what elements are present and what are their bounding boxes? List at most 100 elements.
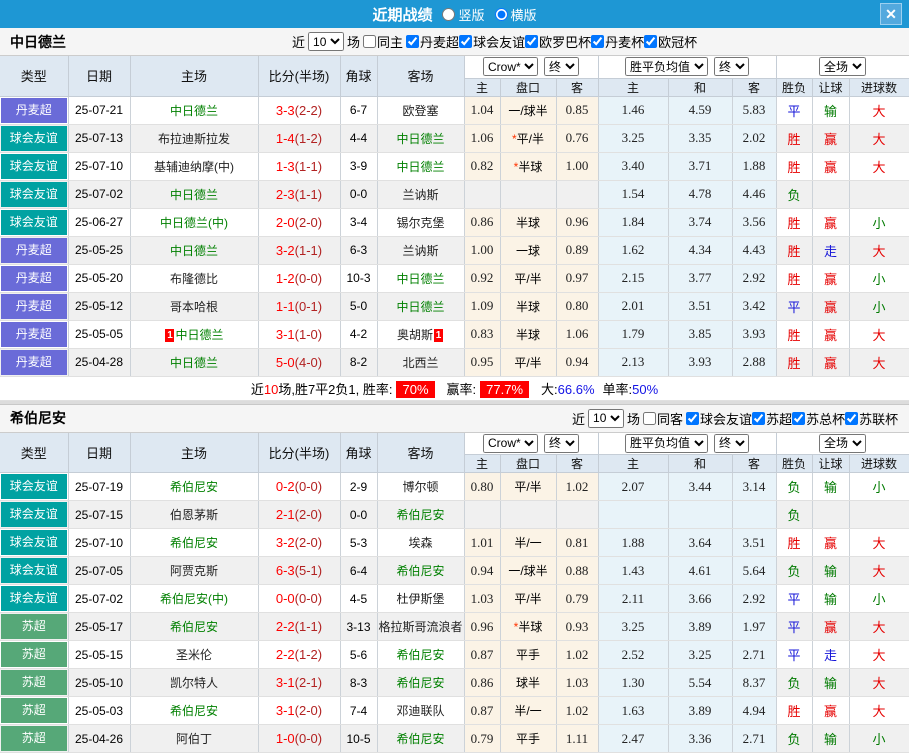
league-checkbox[interactable] — [792, 412, 805, 425]
asian-home-odds: 0.79 — [464, 725, 500, 753]
europe-time-select[interactable]: 终 — [714, 57, 749, 76]
match-count-select[interactable]: 10 — [588, 409, 624, 428]
match-score: 2-0(2-0) — [258, 208, 340, 236]
league-checkbox[interactable] — [459, 35, 472, 48]
close-button[interactable]: ✕ — [880, 3, 902, 25]
europe-draw-odds: 3.25 — [668, 641, 732, 669]
away-team-name: 格拉斯哥流浪者 — [378, 620, 462, 634]
league-checkbox[interactable] — [591, 35, 604, 48]
europe-draw-odds: 4.59 — [668, 96, 732, 124]
asian-away-odds: 1.11 — [556, 725, 598, 753]
europe-draw-odds: 4.78 — [668, 180, 732, 208]
match-date: 25-04-28 — [68, 348, 130, 376]
bookmaker-select[interactable]: Crow* — [483, 434, 538, 453]
home-team: 中日德兰 — [130, 96, 258, 124]
league-checkbox[interactable] — [686, 412, 699, 425]
result-goals: 小 — [849, 473, 909, 501]
sub-header-handicap-result: 让球 — [812, 455, 849, 473]
home-team: 阿贾克斯 — [130, 557, 258, 585]
europe-time-select[interactable]: 终 — [714, 434, 749, 453]
europe-draw-odds: 4.34 — [668, 236, 732, 264]
away-team: 中日德兰 — [377, 292, 464, 320]
same-venue-filter[interactable]: 同主 — [363, 32, 403, 51]
asian-handicap-line: 半/一 — [500, 529, 556, 557]
halftime-score: (2-0) — [295, 703, 322, 718]
league-filter[interactable]: 苏超 — [752, 409, 792, 428]
match-score: 3-1(1-0) — [258, 320, 340, 348]
league-checkbox[interactable] — [752, 412, 765, 425]
league-checkbox[interactable] — [406, 35, 419, 48]
sub-header-asian-away: 客 — [556, 78, 598, 96]
scope-select[interactable]: 全场 — [819, 434, 866, 453]
matches-tbody: 球会友谊25-07-19希伯尼安0-2(0-0)2-9博尔顿0.80平/半1.0… — [0, 473, 909, 753]
europe-lose-odds: 5.64 — [732, 557, 776, 585]
single-rate-label: 单率: — [603, 382, 633, 397]
league-checkbox[interactable] — [525, 35, 538, 48]
match-count-select[interactable]: 10 — [308, 32, 344, 51]
home-team-name: 希伯尼安 — [170, 620, 218, 634]
win-rate-badge: 70% — [396, 381, 434, 398]
home-team-name: 凯尔特人 — [170, 676, 218, 690]
corners: 5-0 — [340, 292, 377, 320]
match-date: 25-05-25 — [68, 236, 130, 264]
asian-time-select[interactable]: 终 — [544, 57, 579, 76]
layout-option-vertical[interactable]: 竖版 — [442, 5, 484, 24]
league-filter[interactable]: 球会友谊 — [459, 32, 525, 51]
home-team-name: 阿伯丁 — [176, 732, 212, 746]
league-filter[interactable]: 丹麦杯 — [591, 32, 644, 51]
league-filter[interactable]: 苏总杯 — [792, 409, 845, 428]
home-team: 希伯尼安(中) — [130, 585, 258, 613]
match-score: 1-0(0-0) — [258, 725, 340, 753]
fulltime-score: 2-2 — [276, 647, 295, 662]
away-team: 格拉斯哥流浪者 — [377, 613, 464, 641]
asian-home-odds — [464, 180, 500, 208]
result-wdl: 胜 — [776, 348, 812, 376]
league-checkbox[interactable] — [845, 412, 858, 425]
same-venue-filter[interactable]: 同客 — [643, 409, 683, 428]
asian-handicap-line: 一/球半 — [500, 557, 556, 585]
league-filter[interactable]: 苏联杯 — [845, 409, 898, 428]
league-type-cell: 球会友谊 — [0, 501, 68, 529]
layout-option-horizontal[interactable]: 横版 — [495, 5, 537, 24]
league-badge: 球会友谊 — [1, 126, 67, 151]
result-wdl: 胜 — [776, 236, 812, 264]
same-venue-checkbox[interactable] — [643, 412, 656, 425]
europe-lose-odds: 2.02 — [732, 124, 776, 152]
same-venue-checkbox[interactable] — [363, 35, 376, 48]
asian-handicap-line — [500, 180, 556, 208]
league-filter[interactable]: 欧冠杯 — [644, 32, 697, 51]
sub-header-handicap: 盘口 — [500, 455, 556, 473]
result-goals: 大 — [849, 96, 909, 124]
league-badge: 苏超 — [1, 642, 67, 667]
matches-table: 类型 日期 主场 比分(半场) 角球 客场 Crow*终 胜平负均值终 全场 主… — [0, 56, 909, 401]
asian-home-odds: 0.87 — [464, 697, 500, 725]
asian-away-odds: 1.02 — [556, 473, 598, 501]
match-score: 3-1(2-0) — [258, 697, 340, 725]
asian-time-select[interactable]: 终 — [544, 434, 579, 453]
result-goals: 小 — [849, 264, 909, 292]
match-row: 球会友谊25-07-02希伯尼安(中)0-0(0-0)4-5杜伊斯堡1.03平/… — [0, 585, 909, 613]
scope-select[interactable]: 全场 — [819, 57, 866, 76]
europe-odds-select[interactable]: 胜平负均值 — [625, 57, 708, 76]
corners: 6-4 — [340, 557, 377, 585]
sub-header-asian-home: 主 — [464, 455, 500, 473]
red-card-badge: 1 — [434, 329, 443, 342]
bookmaker-select[interactable]: Crow* — [483, 57, 538, 76]
asian-handicap-line: 平/半 — [500, 473, 556, 501]
home-team: 布拉迪斯拉发 — [130, 124, 258, 152]
match-filters: 近 10 场 同客 球会友谊苏超苏总杯苏联杯 — [572, 405, 898, 432]
vertical-layout-radio[interactable] — [442, 8, 455, 21]
result-handicap: 赢 — [812, 697, 849, 725]
league-type-cell: 球会友谊 — [0, 208, 68, 236]
europe-odds-select[interactable]: 胜平负均值 — [625, 434, 708, 453]
league-filter[interactable]: 球会友谊 — [686, 409, 752, 428]
asian-home-odds: 0.87 — [464, 641, 500, 669]
europe-win-odds: 3.25 — [598, 124, 668, 152]
league-filter[interactable]: 欧罗巴杯 — [525, 32, 591, 51]
home-team-name: 基辅迪纳摩(中) — [154, 160, 234, 174]
horizontal-layout-radio[interactable] — [495, 8, 508, 21]
league-checkbox[interactable] — [644, 35, 657, 48]
league-filter[interactable]: 丹麦超 — [406, 32, 459, 51]
result-handicap: 输 — [812, 473, 849, 501]
match-date: 25-06-27 — [68, 208, 130, 236]
